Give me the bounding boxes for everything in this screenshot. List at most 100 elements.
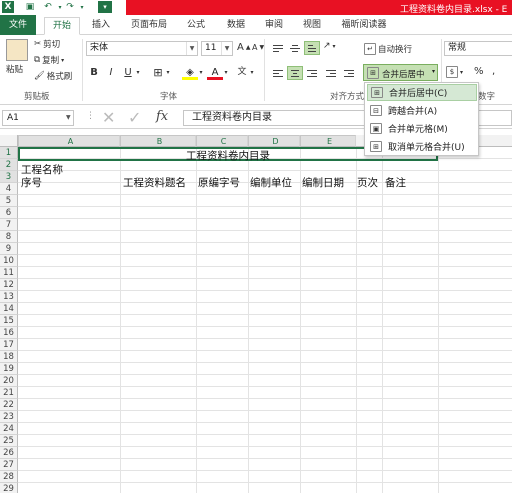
tab-page-layout[interactable]: 页面布局 <box>124 17 174 35</box>
font-name-select[interactable]: 宋体 ▼ <box>86 41 198 56</box>
row-header[interactable]: 3 <box>0 171 18 183</box>
increase-indent-icon[interactable] <box>341 66 357 80</box>
row-header[interactable]: 5 <box>0 195 18 207</box>
bold-button[interactable]: B <box>86 65 102 80</box>
row-header[interactable]: 21 <box>0 387 18 399</box>
align-left-icon[interactable] <box>270 66 286 80</box>
row-header[interactable]: 12 <box>0 279 18 291</box>
header-date-cell[interactable]: 编制日期 <box>302 175 344 190</box>
row-header[interactable]: 14 <box>0 303 18 315</box>
format-painter-button[interactable]: 🖌 格式刷 <box>34 70 72 82</box>
header-note-cell[interactable]: 备注 <box>385 175 406 190</box>
percent-button[interactable]: % <box>474 66 484 77</box>
tab-home[interactable]: 开始 <box>44 17 80 35</box>
number-format-select[interactable]: 常规 <box>444 41 512 56</box>
fill-color-dropdown-icon[interactable]: ▾ <box>197 65 205 80</box>
orientation-button[interactable]: ↗ ▾ <box>323 41 336 51</box>
row-header[interactable]: 15 <box>0 315 18 327</box>
font-color-icon[interactable]: A <box>207 65 223 80</box>
top-align-icon[interactable] <box>270 41 286 55</box>
align-right-icon[interactable] <box>304 66 320 80</box>
column-header-b[interactable]: B <box>120 135 196 147</box>
row-header[interactable]: 18 <box>0 351 18 363</box>
comma-button[interactable]: , <box>492 66 495 77</box>
row-header[interactable]: 16 <box>0 327 18 339</box>
phonetic-dropdown-icon[interactable]: ▾ <box>248 65 256 80</box>
column-header-d[interactable]: D <box>248 135 300 147</box>
tab-view[interactable]: 视图 <box>296 17 328 35</box>
redo-icon[interactable]: ↷ <box>64 1 76 13</box>
select-all-corner[interactable] <box>0 135 18 147</box>
insert-function-icon[interactable]: fx <box>156 109 168 124</box>
font-size-select[interactable]: 11 ▼ <box>201 41 233 56</box>
column-header-a[interactable]: A <box>18 135 120 147</box>
row-header[interactable]: 19 <box>0 363 18 375</box>
row-header[interactable]: 13 <box>0 291 18 303</box>
row-header[interactable]: 10 <box>0 255 18 267</box>
font-color-dropdown-icon[interactable]: ▾ <box>222 65 230 80</box>
shrink-font-button[interactable]: A ▼ <box>252 43 264 52</box>
tab-file[interactable]: 文件 <box>0 15 36 35</box>
cut-button[interactable]: ✂ 剪切 <box>34 38 60 50</box>
bottom-align-icon[interactable] <box>304 41 320 55</box>
row-header[interactable]: 28 <box>0 471 18 483</box>
row-header[interactable]: 7 <box>0 219 18 231</box>
column-header-e[interactable]: E <box>300 135 356 147</box>
row-header[interactable]: 27 <box>0 459 18 471</box>
borders-dropdown-icon[interactable]: ▾ <box>164 65 172 80</box>
currency-button[interactable]: $ ▾ <box>446 66 463 78</box>
fill-color-icon[interactable]: ◈ <box>182 65 198 80</box>
paste-button[interactable]: 粘贴 <box>6 63 23 75</box>
row-header[interactable]: 23 <box>0 411 18 423</box>
italic-button[interactable]: I <box>103 65 119 80</box>
row-header[interactable]: 2 <box>0 159 18 171</box>
row-header[interactable]: 8 <box>0 231 18 243</box>
wrap-text-button[interactable]: ↵ 自动换行 <box>364 43 412 55</box>
row-header[interactable]: 25 <box>0 435 18 447</box>
name-box[interactable]: A1 <box>2 110 74 126</box>
header-title-cell[interactable]: 工程资料题名 <box>123 175 186 190</box>
tab-foxit-reader[interactable]: 福昕阅读器 <box>336 17 392 35</box>
undo-icon[interactable]: ↶ <box>42 1 54 13</box>
chevron-down-icon[interactable]: ▾ <box>432 68 435 75</box>
merge-center-button[interactable]: ⊞ 合并后居中 ▾ <box>363 64 438 81</box>
header-serial-cell[interactable]: 序号 <box>21 175 42 190</box>
menu-item-unmerge-cells[interactable]: ⊞ 取消单元格合并(U) <box>367 138 477 155</box>
save-icon[interactable]: ▣ <box>24 1 36 13</box>
row-header[interactable]: 4 <box>0 183 18 195</box>
chevron-down-icon[interactable]: ▼ <box>66 114 71 121</box>
row-header[interactable]: 6 <box>0 207 18 219</box>
row-header[interactable]: 20 <box>0 375 18 387</box>
grid-row <box>18 423 512 435</box>
decrease-indent-icon[interactable] <box>323 66 339 80</box>
row-header[interactable]: 1 <box>0 147 18 159</box>
customize-toolbar-icon[interactable]: ▾ <box>98 1 112 13</box>
grow-font-button[interactable]: A ▲ <box>237 42 250 53</box>
row-header[interactable]: 9 <box>0 243 18 255</box>
tab-data[interactable]: 数据 <box>220 17 252 35</box>
menu-item-merge-center[interactable]: ⊞ 合并后居中(C) <box>367 84 477 101</box>
cancel-icon[interactable]: ✕ <box>102 108 115 127</box>
row-header[interactable]: 29 <box>0 483 18 493</box>
underline-dropdown-icon[interactable]: ▾ <box>134 65 142 80</box>
header-original-number-cell[interactable]: 原编字号 <box>198 175 240 190</box>
tab-formulas[interactable]: 公式 <box>180 17 212 35</box>
redo-dropdown-icon[interactable]: ▾ <box>76 1 88 13</box>
row-header[interactable]: 17 <box>0 339 18 351</box>
row-header[interactable]: 22 <box>0 399 18 411</box>
tab-insert[interactable]: 插入 <box>84 17 118 35</box>
header-unit-cell[interactable]: 编制单位 <box>250 175 292 190</box>
row-header[interactable]: 11 <box>0 267 18 279</box>
menu-item-merge-cells[interactable]: ▣ 合并单元格(M) <box>367 120 477 137</box>
row-header[interactable]: 26 <box>0 447 18 459</box>
paste-icon[interactable] <box>6 39 28 61</box>
align-center-icon[interactable] <box>287 66 303 80</box>
middle-align-icon[interactable] <box>287 41 303 55</box>
header-page-cell[interactable]: 页次 <box>357 175 378 190</box>
enter-icon[interactable]: ✓ <box>128 108 141 127</box>
column-header-c[interactable]: C <box>196 135 248 147</box>
row-header[interactable]: 24 <box>0 423 18 435</box>
copy-button[interactable]: ⧉ 复制 ▾ <box>34 54 64 66</box>
tab-review[interactable]: 审阅 <box>258 17 290 35</box>
menu-item-merge-across[interactable]: ⊟ 跨越合并(A) <box>367 102 477 119</box>
